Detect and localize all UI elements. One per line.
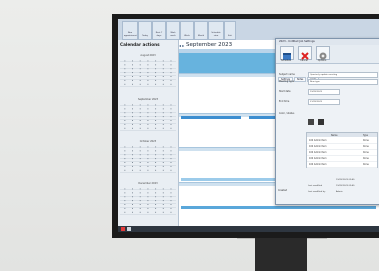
footer-created-value: 19/09/2023 09:45: [336, 179, 355, 181]
items-table: Name Type 100 Admin Item Done 100 Admin It…: [306, 132, 378, 168]
ribbon-button-month[interactable]: Month: [194, 21, 208, 40]
color-status-field: Color / status: [279, 112, 295, 115]
ribbon-button-today[interactable]: Today: [138, 21, 152, 40]
table-row[interactable]: 100 Admin Item Done: [307, 162, 377, 168]
ribbon-button-week[interactable]: Week: [180, 21, 194, 40]
status-icon[interactable]: [121, 227, 125, 231]
ribbon-button-next7[interactable]: Next 7 days: [152, 21, 166, 40]
start-date-field: Start date 19/09/2023: [278, 89, 378, 95]
schedule-icon[interactable]: [280, 46, 294, 60]
footer-modified-value: 19/09/2023 09:45: [336, 185, 355, 187]
footer-modified-label: Last modified: [308, 185, 323, 187]
footer-created-label: Created: [278, 189, 288, 192]
footer-modified-by-value: Admin: [336, 191, 343, 193]
calendar-event[interactable]: [181, 178, 279, 181]
job-settings-dialog: 2023 - Untitled Job Settings Schedule Ca…: [275, 38, 379, 205]
mini-calendar-october[interactable]: October 2023: [120, 140, 176, 176]
sidebar: Calendar actions August 2023 September 2…: [118, 40, 179, 232]
status-swatch-icon[interactable]: [318, 119, 324, 125]
options-icon[interactable]: [316, 46, 330, 60]
mini-calendar-september[interactable]: September 2023: [120, 98, 176, 134]
dialog-tabs: SettingsNotesCosts: [278, 65, 320, 82]
calendar-event[interactable]: [181, 116, 241, 119]
end-time-field: End time 21/09/2023: [278, 99, 378, 105]
ribbon-button-schedule[interactable]: Schedule view: [208, 21, 224, 40]
calendar-event[interactable]: [181, 206, 376, 209]
month-title: September 2023: [186, 42, 233, 48]
color-swatch-icon[interactable]: [308, 119, 314, 125]
monitor-stand: [255, 238, 307, 271]
mini-calendar-december[interactable]: December 2023: [120, 182, 176, 218]
meeting-type-field: Meeting type New type: [278, 79, 378, 85]
mini-calendar-august[interactable]: August 2023: [120, 54, 176, 90]
dialog-toolbar: Schedule Cancel Options: [276, 45, 379, 64]
sidebar-title: Calendar actions: [120, 42, 160, 47]
ribbon-button-exit[interactable]: Exit: [224, 21, 236, 40]
footer-modified-by-label: Last modified by: [308, 191, 326, 193]
month-nav-arrows[interactable]: ◂ ▸: [179, 43, 184, 48]
ribbon-button-workweek[interactable]: Work week: [166, 21, 180, 40]
ribbon-button-new[interactable]: New appointment: [122, 21, 138, 40]
cancel-icon[interactable]: [298, 46, 312, 60]
status-bar: [118, 226, 379, 232]
app-screen: New appointment Today Next 7 days Work w…: [118, 19, 379, 232]
status-icon[interactable]: [127, 227, 131, 231]
subject-field: Subject name Quarterly update meeting: [278, 72, 378, 78]
